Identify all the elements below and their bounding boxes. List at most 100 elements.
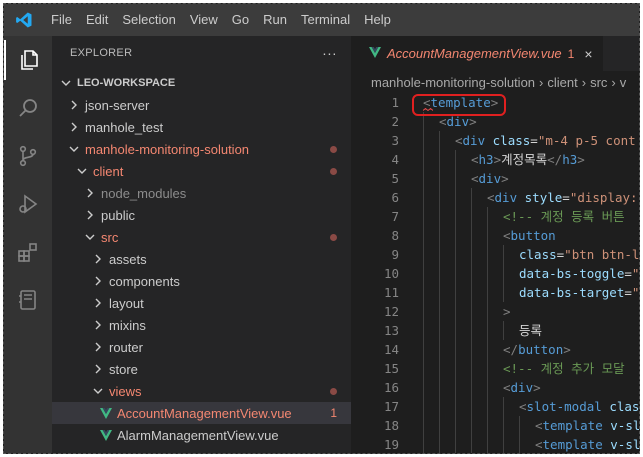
tree-item-label: manhole-monitoring-solution <box>85 141 250 157</box>
folder-item[interactable]: store <box>52 358 351 380</box>
folder-item[interactable]: router <box>52 336 351 358</box>
tab-label: AccountManagementView.vue <box>387 46 562 61</box>
menu-file[interactable]: File <box>44 4 79 36</box>
folder-item[interactable]: views <box>52 380 351 402</box>
line-number: 4 <box>391 152 399 167</box>
run-debug-icon[interactable] <box>4 184 52 224</box>
vue-file-icon <box>98 427 114 443</box>
folder-item[interactable]: assets <box>52 248 351 270</box>
line-number: 6 <box>391 190 399 205</box>
code-text: data-bs-target=" <box>519 283 639 302</box>
chevron-right-icon <box>90 317 106 333</box>
file-item[interactable]: AlarmManagementView.vue <box>52 424 351 446</box>
indent-guide <box>455 397 456 416</box>
code-editor[interactable]: 1 <template> 2 <div> 3 <div class="m-4 p-5 co… <box>351 93 639 453</box>
breadcrumb-item[interactable]: manhole-monitoring-solution <box>371 75 535 90</box>
indent-guide <box>439 283 440 302</box>
close-icon[interactable]: × <box>584 46 592 62</box>
indent-guide <box>423 188 424 207</box>
indent-guide <box>423 321 424 340</box>
indent-guide <box>439 264 440 283</box>
chevron-right-icon <box>66 97 82 113</box>
indent-guide <box>455 207 456 226</box>
tree-item-label: mixins <box>109 317 146 333</box>
breadcrumb-item[interactable]: src <box>590 75 607 90</box>
indent-guide <box>439 435 440 453</box>
menu-run[interactable]: Run <box>256 4 294 36</box>
folder-item[interactable]: layout <box>52 292 351 314</box>
folder-item[interactable]: manhole_test <box>52 116 351 138</box>
code-text: <!-- 계정 추가 모달 <box>503 359 625 378</box>
indent-guide <box>439 416 440 435</box>
breadcrumb-item[interactable]: client <box>547 75 577 90</box>
indent-guide <box>455 283 456 302</box>
indent-guide <box>471 245 472 264</box>
code-token: < <box>535 437 543 452</box>
code-text: <h3>계정목록</h3> <box>471 150 585 169</box>
code-line: 16 <div> <box>351 378 639 397</box>
search-icon[interactable] <box>4 88 52 128</box>
indent-guide <box>487 340 488 359</box>
folder-item[interactable]: components <box>52 270 351 292</box>
line-number: 19 <box>383 437 399 452</box>
indent-guide <box>439 302 440 321</box>
chevron-right-icon: › <box>539 74 544 90</box>
source-control-icon[interactable] <box>4 136 52 176</box>
code-line: 6 <div style="display: <box>351 188 639 207</box>
line-number: 7 <box>391 209 399 224</box>
tree-item-label: src <box>101 229 119 245</box>
menu-edit[interactable]: Edit <box>79 4 115 36</box>
chevron-down-icon <box>74 163 90 179</box>
code-text: 등록 <box>519 321 542 340</box>
file-item[interactable]: AccountManagementView.vue 1 <box>52 402 351 424</box>
indent-guide <box>471 207 472 226</box>
folder-item[interactable]: public <box>52 204 351 226</box>
more-actions-icon[interactable]: ··· <box>322 45 337 61</box>
modified-dot <box>330 167 337 175</box>
code-token: button <box>518 342 564 357</box>
indent-guide <box>455 264 456 283</box>
indent-guide <box>423 207 424 226</box>
folder-item[interactable]: node_modules <box>52 182 351 204</box>
indent-guide <box>439 321 440 340</box>
folder-item[interactable]: src <box>52 226 351 248</box>
line-number: 12 <box>383 304 399 319</box>
folder-item[interactable]: client <box>52 160 351 182</box>
menu-selection[interactable]: Selection <box>115 4 182 36</box>
indent-guide <box>471 226 472 245</box>
code-text: <div> <box>471 169 509 188</box>
tree-item-label: manhole_test <box>85 119 164 135</box>
chevron-right-icon <box>90 273 106 289</box>
indent-guide <box>423 264 424 283</box>
tab-account-management-view[interactable]: AccountManagementView.vue 1 × <box>351 36 603 71</box>
extensions-icon[interactable] <box>4 232 52 272</box>
code-token: 계정목록 <box>501 152 548 167</box>
code-token: < <box>503 228 511 243</box>
code-token: > <box>563 342 571 357</box>
code-token: h3 <box>478 152 494 167</box>
code-token: < <box>439 114 447 129</box>
indent-guide <box>471 264 472 283</box>
indent-guide <box>423 245 424 264</box>
folder-item[interactable]: json-server <box>52 94 351 116</box>
workspace-header[interactable]: LEO-WORKSPACE <box>52 72 351 94</box>
code-token: <!-- 계정 등록 버튼 <box>503 209 625 224</box>
files-icon[interactable] <box>4 40 52 80</box>
menu-view[interactable]: View <box>183 4 225 36</box>
breadcrumb-item[interactable]: v <box>620 75 627 90</box>
code-token: > <box>577 152 585 167</box>
tree-item-label: store <box>109 361 138 377</box>
modified-dot <box>330 233 337 241</box>
menu-help[interactable]: Help <box>357 4 398 36</box>
menu-go[interactable]: Go <box>225 4 256 36</box>
code-text: <div> <box>503 378 541 397</box>
folder-item[interactable]: mixins <box>52 314 351 336</box>
chevron-right-icon <box>90 251 106 267</box>
breadcrumb: manhole-monitoring-solution › client › src › v <box>351 71 639 93</box>
menu-terminal[interactable]: Terminal <box>294 4 357 36</box>
code-line: 11 data-bs-target=" <box>351 283 639 302</box>
remote-explorer-icon[interactable] <box>4 280 52 320</box>
code-token: > <box>533 380 541 395</box>
indent-guide <box>455 188 456 207</box>
folder-item[interactable]: manhole-monitoring-solution <box>52 138 351 160</box>
